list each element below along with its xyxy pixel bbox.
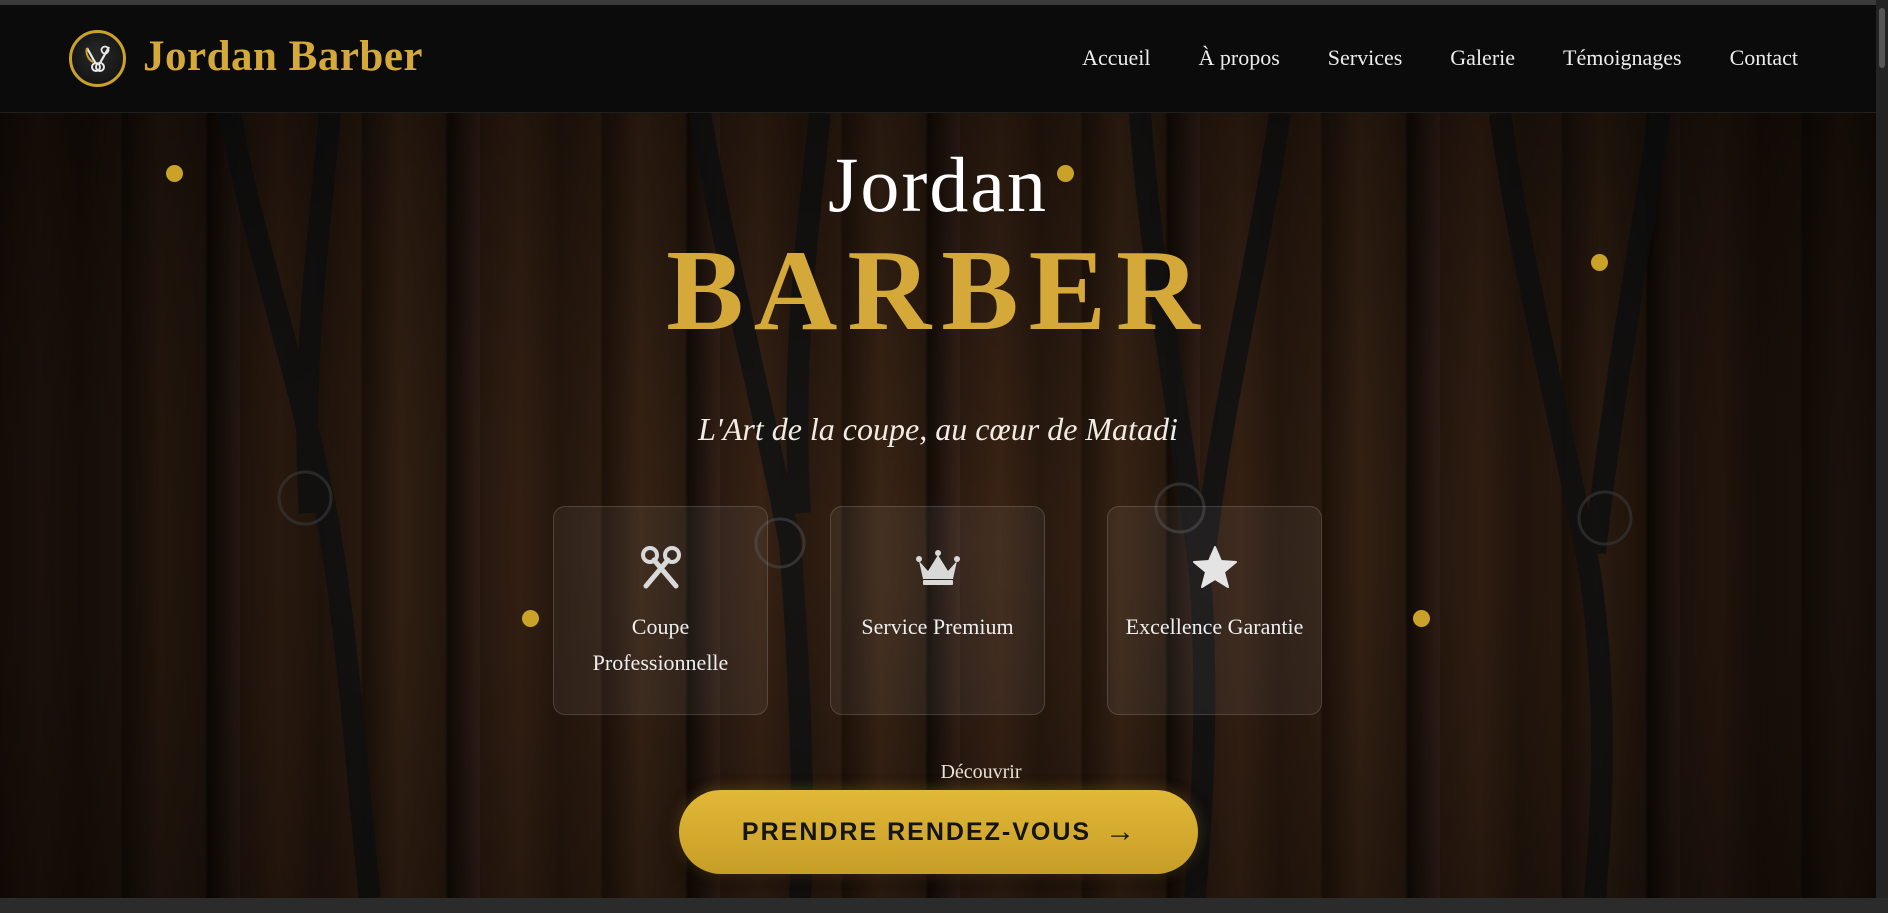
main-nav: Accueil À propos Services Galerie Témoig… [1082, 47, 1798, 69]
nav-item-galerie[interactable]: Galerie [1450, 47, 1515, 69]
scrollbar-track[interactable] [1876, 0, 1888, 913]
crown-icon [915, 543, 961, 591]
site-header: Jordan Barber Accueil À propos Services … [0, 5, 1876, 113]
decorative-dot [1413, 610, 1430, 627]
feature-label: Excellence Garantie [1125, 614, 1304, 639]
nav-item-contact[interactable]: Contact [1730, 47, 1798, 69]
hero-section: Jordan BARBER L'Art de la coupe, au cœur… [0, 113, 1876, 898]
star-icon [1192, 543, 1238, 591]
hero-title-top: Jordan [828, 141, 1048, 228]
scissors-icon [638, 543, 684, 591]
cta-label: PRENDRE RENDEZ-VOUS [741, 817, 1092, 846]
feature-card-coupe: Coupe Professionnelle [553, 506, 768, 715]
book-appointment-button[interactable]: PRENDRE RENDEZ-VOUS → [679, 790, 1198, 874]
feature-label: Coupe Professionnelle [592, 614, 729, 675]
brand-name[interactable]: Jordan Barber [143, 35, 423, 78]
hero-title-main: BARBER [666, 227, 1210, 355]
scissors-emblem-icon[interactable] [69, 30, 126, 87]
feature-card-premium: Service Premium [830, 506, 1045, 715]
nav-item-temoignages[interactable]: Témoignages [1563, 47, 1682, 69]
feature-card-excellence: Excellence Garantie [1107, 506, 1322, 715]
discover-link[interactable]: Découvrir [0, 762, 1876, 782]
feature-label: Service Premium [861, 614, 1014, 639]
arrow-right-icon: → [1105, 815, 1136, 848]
window-bottom-edge [0, 898, 1888, 913]
nav-item-a-propos[interactable]: À propos [1198, 47, 1279, 69]
scrollbar-thumb[interactable] [1879, 8, 1885, 68]
nav-item-services[interactable]: Services [1328, 47, 1403, 69]
decorative-dot [522, 610, 539, 627]
hero-tagline: L'Art de la coupe, au cœur de Matadi [698, 411, 1178, 447]
discover-label: Découvrir [940, 761, 1022, 783]
nav-item-accueil[interactable]: Accueil [1082, 47, 1150, 69]
